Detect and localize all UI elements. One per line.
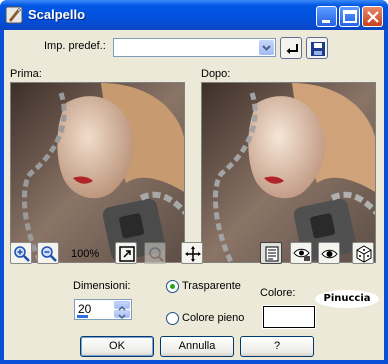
dialog-window: Scalpello Imp. predef.: Prima: Dopo: 100…	[0, 0, 388, 364]
watermark-signature: Pinuccia	[315, 290, 379, 308]
randomize-button[interactable]	[352, 242, 374, 264]
close-button[interactable]	[362, 6, 383, 27]
radio-selected-dot	[170, 284, 175, 289]
spin-arrows[interactable]	[114, 301, 130, 320]
reset-arrow-icon	[286, 44, 298, 54]
fit-window-icon	[119, 246, 135, 262]
locate-icon	[149, 247, 164, 262]
proof-button[interactable]	[260, 242, 282, 264]
chevron-down-icon	[118, 314, 126, 320]
preset-dropdown[interactable]	[113, 38, 276, 57]
chisel-app-icon	[5, 6, 23, 24]
dimension-label: Dimensioni:	[73, 280, 131, 292]
dice-icon	[356, 245, 372, 263]
list-preview-icon	[265, 246, 279, 262]
cancel-button[interactable]: Annulla	[160, 336, 234, 357]
save-preset-button[interactable]	[306, 37, 328, 59]
zoom-in-button[interactable]	[10, 242, 32, 264]
locate-button[interactable]	[144, 242, 166, 264]
move-crosshair-icon	[185, 246, 201, 262]
dropdown-arrow-button[interactable]	[259, 40, 274, 55]
before-preview-image	[11, 83, 184, 262]
color-label: Colore:	[260, 287, 296, 299]
show-preview-button[interactable]	[318, 242, 340, 264]
fit-window-button[interactable]	[115, 242, 137, 264]
before-preview[interactable]	[10, 82, 185, 263]
zoom-level: 100%	[71, 248, 100, 260]
title-bar[interactable]: Scalpello	[0, 0, 388, 30]
after-label: Dopo:	[201, 68, 231, 80]
minimize-icon	[322, 20, 330, 23]
dimension-spinner[interactable]: 20	[74, 299, 132, 320]
fill-color-radio[interactable]	[166, 312, 179, 325]
ok-button[interactable]: OK	[80, 336, 154, 357]
window-title: Scalpello	[28, 7, 86, 22]
maximize-button[interactable]	[339, 6, 360, 27]
after-preview[interactable]	[201, 82, 376, 263]
close-icon	[367, 11, 379, 23]
zoom-out-icon	[41, 246, 57, 262]
zoom-in-icon	[14, 246, 30, 262]
dimension-value[interactable]: 20	[78, 302, 91, 316]
dimension-slider-bar[interactable]	[77, 315, 88, 318]
chevron-down-icon	[262, 45, 271, 51]
pan-button[interactable]	[181, 242, 203, 264]
minimize-button[interactable]	[316, 6, 337, 27]
color-swatch[interactable]	[262, 305, 316, 329]
maximize-icon	[343, 10, 357, 23]
dialog-body: Imp. predef.: Prima: Dopo: 100% Dimensio…	[4, 30, 384, 360]
eye-lock-icon	[293, 248, 310, 261]
transparent-label[interactable]: Trasparente	[182, 280, 241, 292]
eye-icon	[321, 249, 338, 259]
hide-preview-button[interactable]	[290, 242, 312, 264]
floppy-disk-icon	[311, 42, 325, 56]
after-preview-image	[202, 83, 375, 262]
fill-color-label[interactable]: Colore pieno	[182, 312, 244, 324]
before-label: Prima:	[10, 68, 42, 80]
preset-label: Imp. predef.:	[44, 40, 106, 52]
transparent-radio[interactable]	[166, 280, 179, 293]
reset-preset-button[interactable]	[280, 37, 302, 59]
zoom-out-button[interactable]	[37, 242, 59, 264]
spin-up-button[interactable]	[114, 301, 130, 311]
help-button[interactable]: ?	[240, 336, 314, 357]
spin-down-button[interactable]	[114, 310, 130, 320]
